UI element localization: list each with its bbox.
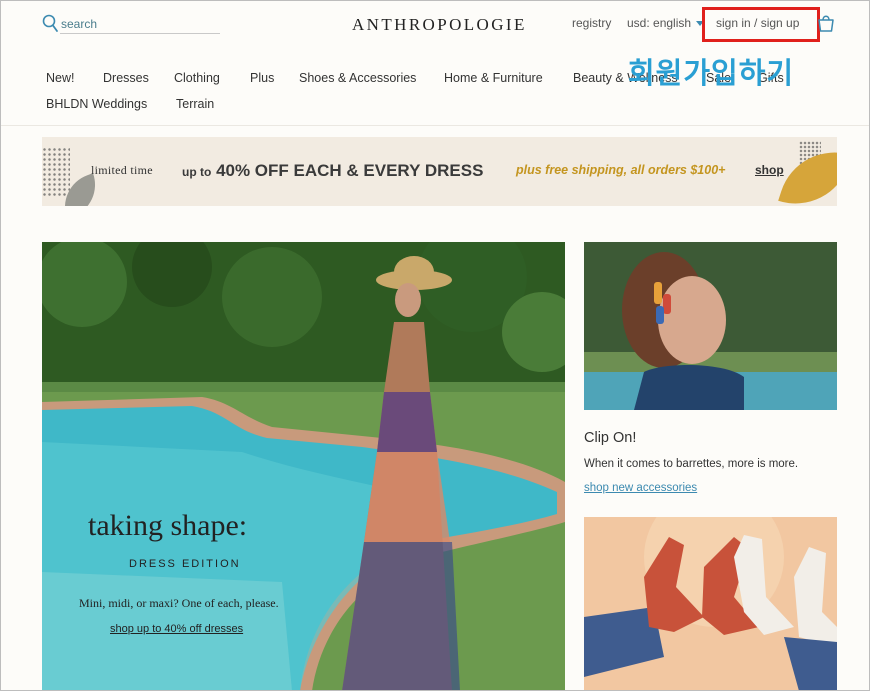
promo-shipping-italic: plus free shipping,: [516, 163, 628, 177]
nav-item-plus[interactable]: Plus: [250, 71, 274, 85]
promo-shipping-threshold: all orders $100+: [630, 163, 726, 177]
promo-headline-main: 40% OFF EACH & EVERY DRESS: [216, 161, 484, 180]
search-icon[interactable]: [42, 14, 60, 34]
nav-item-bhldn-weddings[interactable]: BHLDN Weddings: [46, 97, 147, 111]
nav-item-new[interactable]: New!: [46, 71, 74, 85]
feature-shop-link[interactable]: shop new accessories: [584, 482, 697, 494]
nav-item-home-furniture[interactable]: Home & Furniture: [444, 71, 543, 85]
feature-image-boots[interactable]: [584, 517, 837, 691]
nav-item-dresses[interactable]: Dresses: [103, 71, 149, 85]
signup-annotation: 회원가입하기: [628, 56, 795, 90]
search-bar[interactable]: [42, 14, 220, 34]
shopping-bag-icon[interactable]: [816, 13, 836, 33]
hero-description: Mini, midi, or maxi? One of each, please…: [79, 596, 279, 610]
hero-shop-link[interactable]: shop up to 40% off dresses: [110, 623, 243, 635]
promo-banner[interactable]: limited time up to 40% OFF EACH & EVERY …: [42, 137, 837, 206]
promo-headline-prefix: up to: [182, 165, 212, 179]
hero-title: taking shape:: [88, 509, 248, 542]
dot-pattern-decoration: [42, 147, 70, 197]
feature-description: When it comes to barrettes, more is more…: [584, 458, 799, 470]
feature-title: Clip On!: [584, 430, 637, 446]
hero-subtitle: DRESS EDITION: [129, 558, 241, 570]
registry-link[interactable]: registry: [572, 16, 611, 30]
nav-item-shoes-accessories[interactable]: Shoes & Accessories: [299, 71, 416, 85]
feature-image-barrettes[interactable]: [584, 242, 837, 410]
brand-logo[interactable]: ANTHROPOLOGIE: [352, 15, 527, 35]
sign-in-highlight-box: [702, 7, 820, 42]
nav-item-clothing[interactable]: Clothing: [174, 71, 220, 85]
header-divider: [0, 125, 870, 126]
promo-shipping: plus free shipping, all orders $100+: [516, 163, 725, 177]
hero-banner[interactable]: taking shape: DRESS EDITION Mini, midi, …: [42, 242, 565, 691]
currency-label: usd: english: [627, 16, 692, 30]
search-input[interactable]: [60, 17, 220, 34]
promo-shop-link[interactable]: shop: [755, 163, 784, 177]
promo-limited-label: limited time: [91, 163, 153, 177]
promo-headline: up to 40% OFF EACH & EVERY DRESS: [182, 161, 483, 181]
nav-item-terrain[interactable]: Terrain: [176, 97, 214, 111]
currency-selector[interactable]: usd: english: [627, 16, 705, 30]
